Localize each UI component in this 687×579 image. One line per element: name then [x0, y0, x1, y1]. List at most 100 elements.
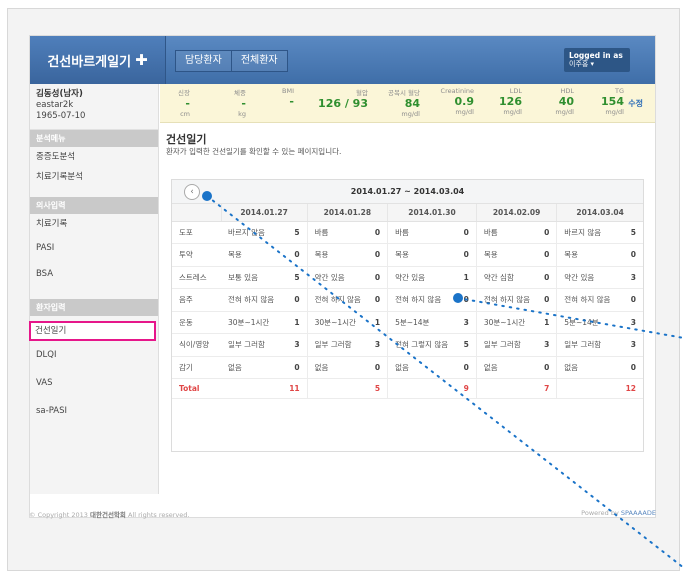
cell-answer: 복용: [221, 243, 286, 267]
cell-answer: 약간 있음: [387, 266, 461, 289]
sidebar-item-pasi[interactable]: PASI: [30, 234, 158, 263]
cell-score: 0: [372, 243, 389, 267]
cell-answer: 5분~14분: [387, 311, 461, 334]
cell-score: 5: [285, 266, 308, 289]
cell-answer: 복용: [476, 243, 542, 267]
cell-score: 3: [621, 266, 643, 289]
row-category: 투약: [172, 243, 221, 267]
cell-answer: 없음: [221, 356, 286, 379]
tab-all-patients[interactable]: 전체환자: [231, 50, 288, 72]
cell-answer: 일부 그러함: [307, 333, 373, 357]
cell-answer: 30분~1시간: [221, 311, 286, 334]
cell-answer: 전혀 그렇지 않음: [387, 333, 461, 357]
cell-score: 0: [621, 288, 643, 312]
patient-tabs: 담당환자 전체환자: [175, 50, 288, 72]
cell-answer: 없음: [476, 356, 542, 379]
top-navbar: 건선바르게일기 ✚ 담당환자 전체환자 Logged in as 이주홍 ▾: [30, 36, 655, 84]
vital-unit: kg: [238, 110, 246, 118]
cell-answer: 복용: [387, 243, 461, 267]
cell-score: 0: [541, 266, 558, 289]
sidebar-item-bsa[interactable]: BSA: [30, 263, 158, 291]
page-title: 건선일기: [166, 133, 207, 146]
cell-answer: 일부 그러함: [476, 333, 542, 357]
cell-answer: 전혀 하지 않음: [556, 288, 622, 312]
vital-tg: TG 154 mg/dl: [584, 87, 624, 116]
vital-value: 154: [601, 95, 624, 108]
cell-score: 3: [621, 311, 643, 334]
cell-score: 0: [460, 243, 477, 267]
total-spacer: [307, 378, 373, 399]
vital-label: 신장: [178, 89, 190, 97]
diary-panel: ‹ 2014.01.27 ~ 2014.03.04 2014.01.27 201…: [171, 179, 644, 452]
vital-value: 126 / 93: [318, 97, 368, 110]
sidebar-item-severity-analysis[interactable]: 중증도분석: [30, 147, 158, 167]
edit-vitals-button[interactable]: 수정: [628, 98, 643, 109]
cell-score: 0: [285, 356, 308, 379]
vital-height: 신장 - cm: [168, 87, 190, 118]
table-row: 도포 바르지 않음 5 바름 0 바름 0 바름 0 바르지 않음 5: [172, 221, 643, 244]
org-link[interactable]: 대한건선학회: [90, 511, 126, 519]
cell-answer: 30분~1시간: [307, 311, 373, 334]
cell-score: 0: [541, 243, 558, 267]
cell-score: 1: [285, 311, 308, 334]
vital-fasting-glucose: 공복시 혈당 84 mg/dl: [372, 87, 420, 118]
vital-blood-pressure: 혈압 126 / 93: [306, 87, 368, 110]
sidebar-item-dlqi[interactable]: DLQI: [30, 345, 158, 365]
header-date: 2014.02.09: [475, 204, 557, 222]
copyright: © Copyright 2013 대한건선학회 All rights reser…: [29, 509, 189, 519]
vital-creatinine: Creatinine 0.9 mg/dl: [426, 87, 474, 116]
header-date: 2014.01.28: [306, 204, 388, 222]
vital-label: 혈압: [356, 89, 368, 97]
cell-score: 1: [541, 311, 558, 334]
vital-label: TG: [614, 87, 624, 95]
section-patient-input: 환자입력: [30, 299, 158, 316]
powered-by-link[interactable]: SPAAAADE: [621, 509, 656, 517]
plus-icon: ✚: [135, 51, 148, 69]
page-subtitle: 환자가 입력한 건선일기를 확인할 수 있는 페이지입니다.: [166, 147, 342, 156]
vitals-bar: 신장 - cm 체중 - kg BMI - 혈압 126 / 93 공복시 혈당…: [160, 84, 655, 123]
vital-weight: 체중 - kg: [224, 87, 246, 118]
patient-birth: 1965-07-10: [36, 111, 86, 121]
cell-score: 0: [621, 356, 643, 379]
cell-answer: 바름: [476, 221, 542, 244]
cell-answer: 일부 그러함: [556, 333, 622, 357]
vital-unit: mg/dl: [401, 110, 420, 118]
cell-score: 0: [460, 356, 477, 379]
sidebar-item-vas[interactable]: VAS: [30, 373, 158, 393]
cell-score: 0: [372, 221, 389, 244]
vital-value: -: [241, 97, 246, 110]
vital-unit: mg/dl: [503, 108, 522, 116]
table-row: 운동 30분~1시간 1 30분~1시간 1 5분~14분 3 30분~1시간 1 5분~14분 3: [172, 311, 643, 334]
vital-label: HDL: [560, 87, 574, 95]
cell-score: 0: [541, 288, 558, 312]
cell-score: 0: [460, 288, 477, 312]
header-date: 2014.01.30: [387, 204, 477, 222]
date-range: 2014.01.27 ~ 2014.03.04: [350, 187, 465, 196]
total-score: 12: [621, 378, 643, 399]
sidebar-item-sa-pasi[interactable]: sa-PASI: [30, 401, 158, 421]
sidebar-item-treatment-analysis[interactable]: 치료기록분석: [30, 167, 158, 187]
cell-score: 3: [285, 333, 308, 357]
cell-score: 0: [460, 221, 477, 244]
sidebar-item-psoriasis-diary[interactable]: 건선일기: [29, 321, 156, 341]
cell-score: 0: [541, 221, 558, 244]
patient-id: eastar2k: [36, 100, 74, 110]
cell-answer: 바르지 않음: [221, 221, 286, 244]
cell-answer: 약간 있음: [556, 266, 622, 289]
user-menu[interactable]: Logged in as 이주홍 ▾: [564, 48, 630, 72]
cell-score: 1: [372, 311, 389, 334]
cell-score: 0: [285, 243, 308, 267]
vital-ldl: LDL 126 mg/dl: [482, 87, 522, 116]
cell-score: 3: [621, 333, 643, 357]
vital-value: 0.9: [454, 95, 475, 108]
total-row: Total 11 5 9 7 12: [172, 378, 643, 399]
cell-score: 0: [621, 243, 643, 267]
brand-logo[interactable]: 건선바르게일기 ✚: [30, 36, 166, 84]
vital-label: LDL: [509, 87, 522, 95]
vital-value: -: [289, 95, 294, 108]
vital-unit: mg/dl: [605, 108, 624, 116]
tab-my-patients[interactable]: 담당환자: [175, 50, 232, 72]
sidebar-item-treatment-record[interactable]: 치료기록: [30, 214, 158, 234]
vital-unit: mg/dl: [555, 108, 574, 116]
cell-answer: 보통 있음: [221, 266, 286, 289]
